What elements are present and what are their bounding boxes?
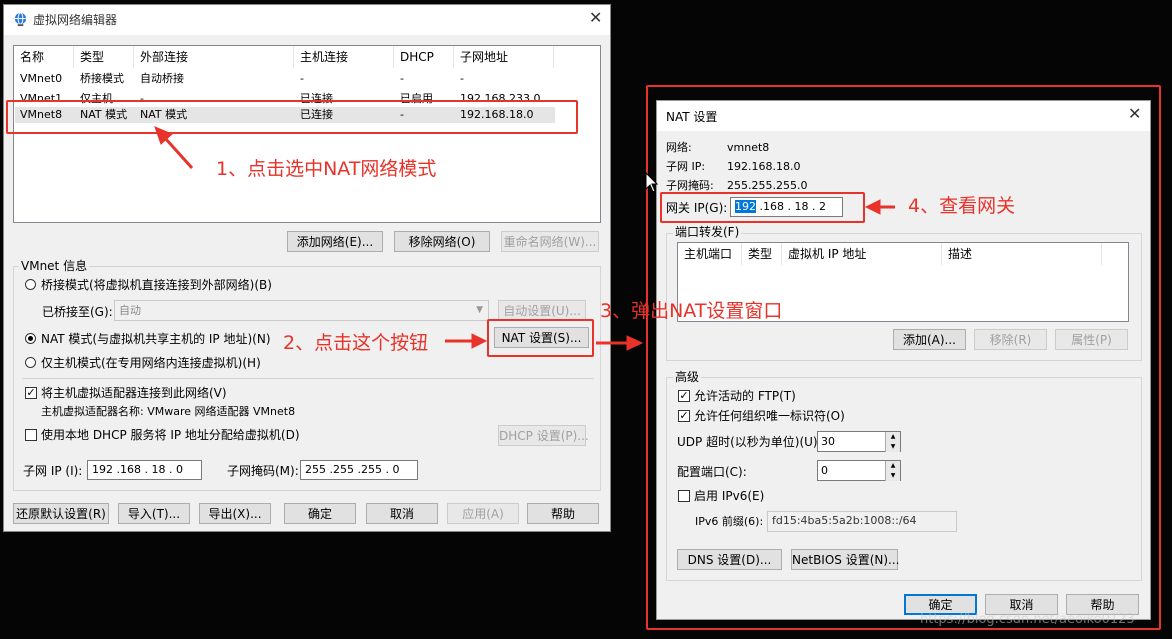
cursor-icon bbox=[645, 171, 659, 193]
annotation-arrows bbox=[154, 126, 895, 351]
watermark: https://blog.csdn.net/aeoiko0123 bbox=[920, 612, 1135, 627]
arrow-step1 bbox=[163, 136, 194, 170]
